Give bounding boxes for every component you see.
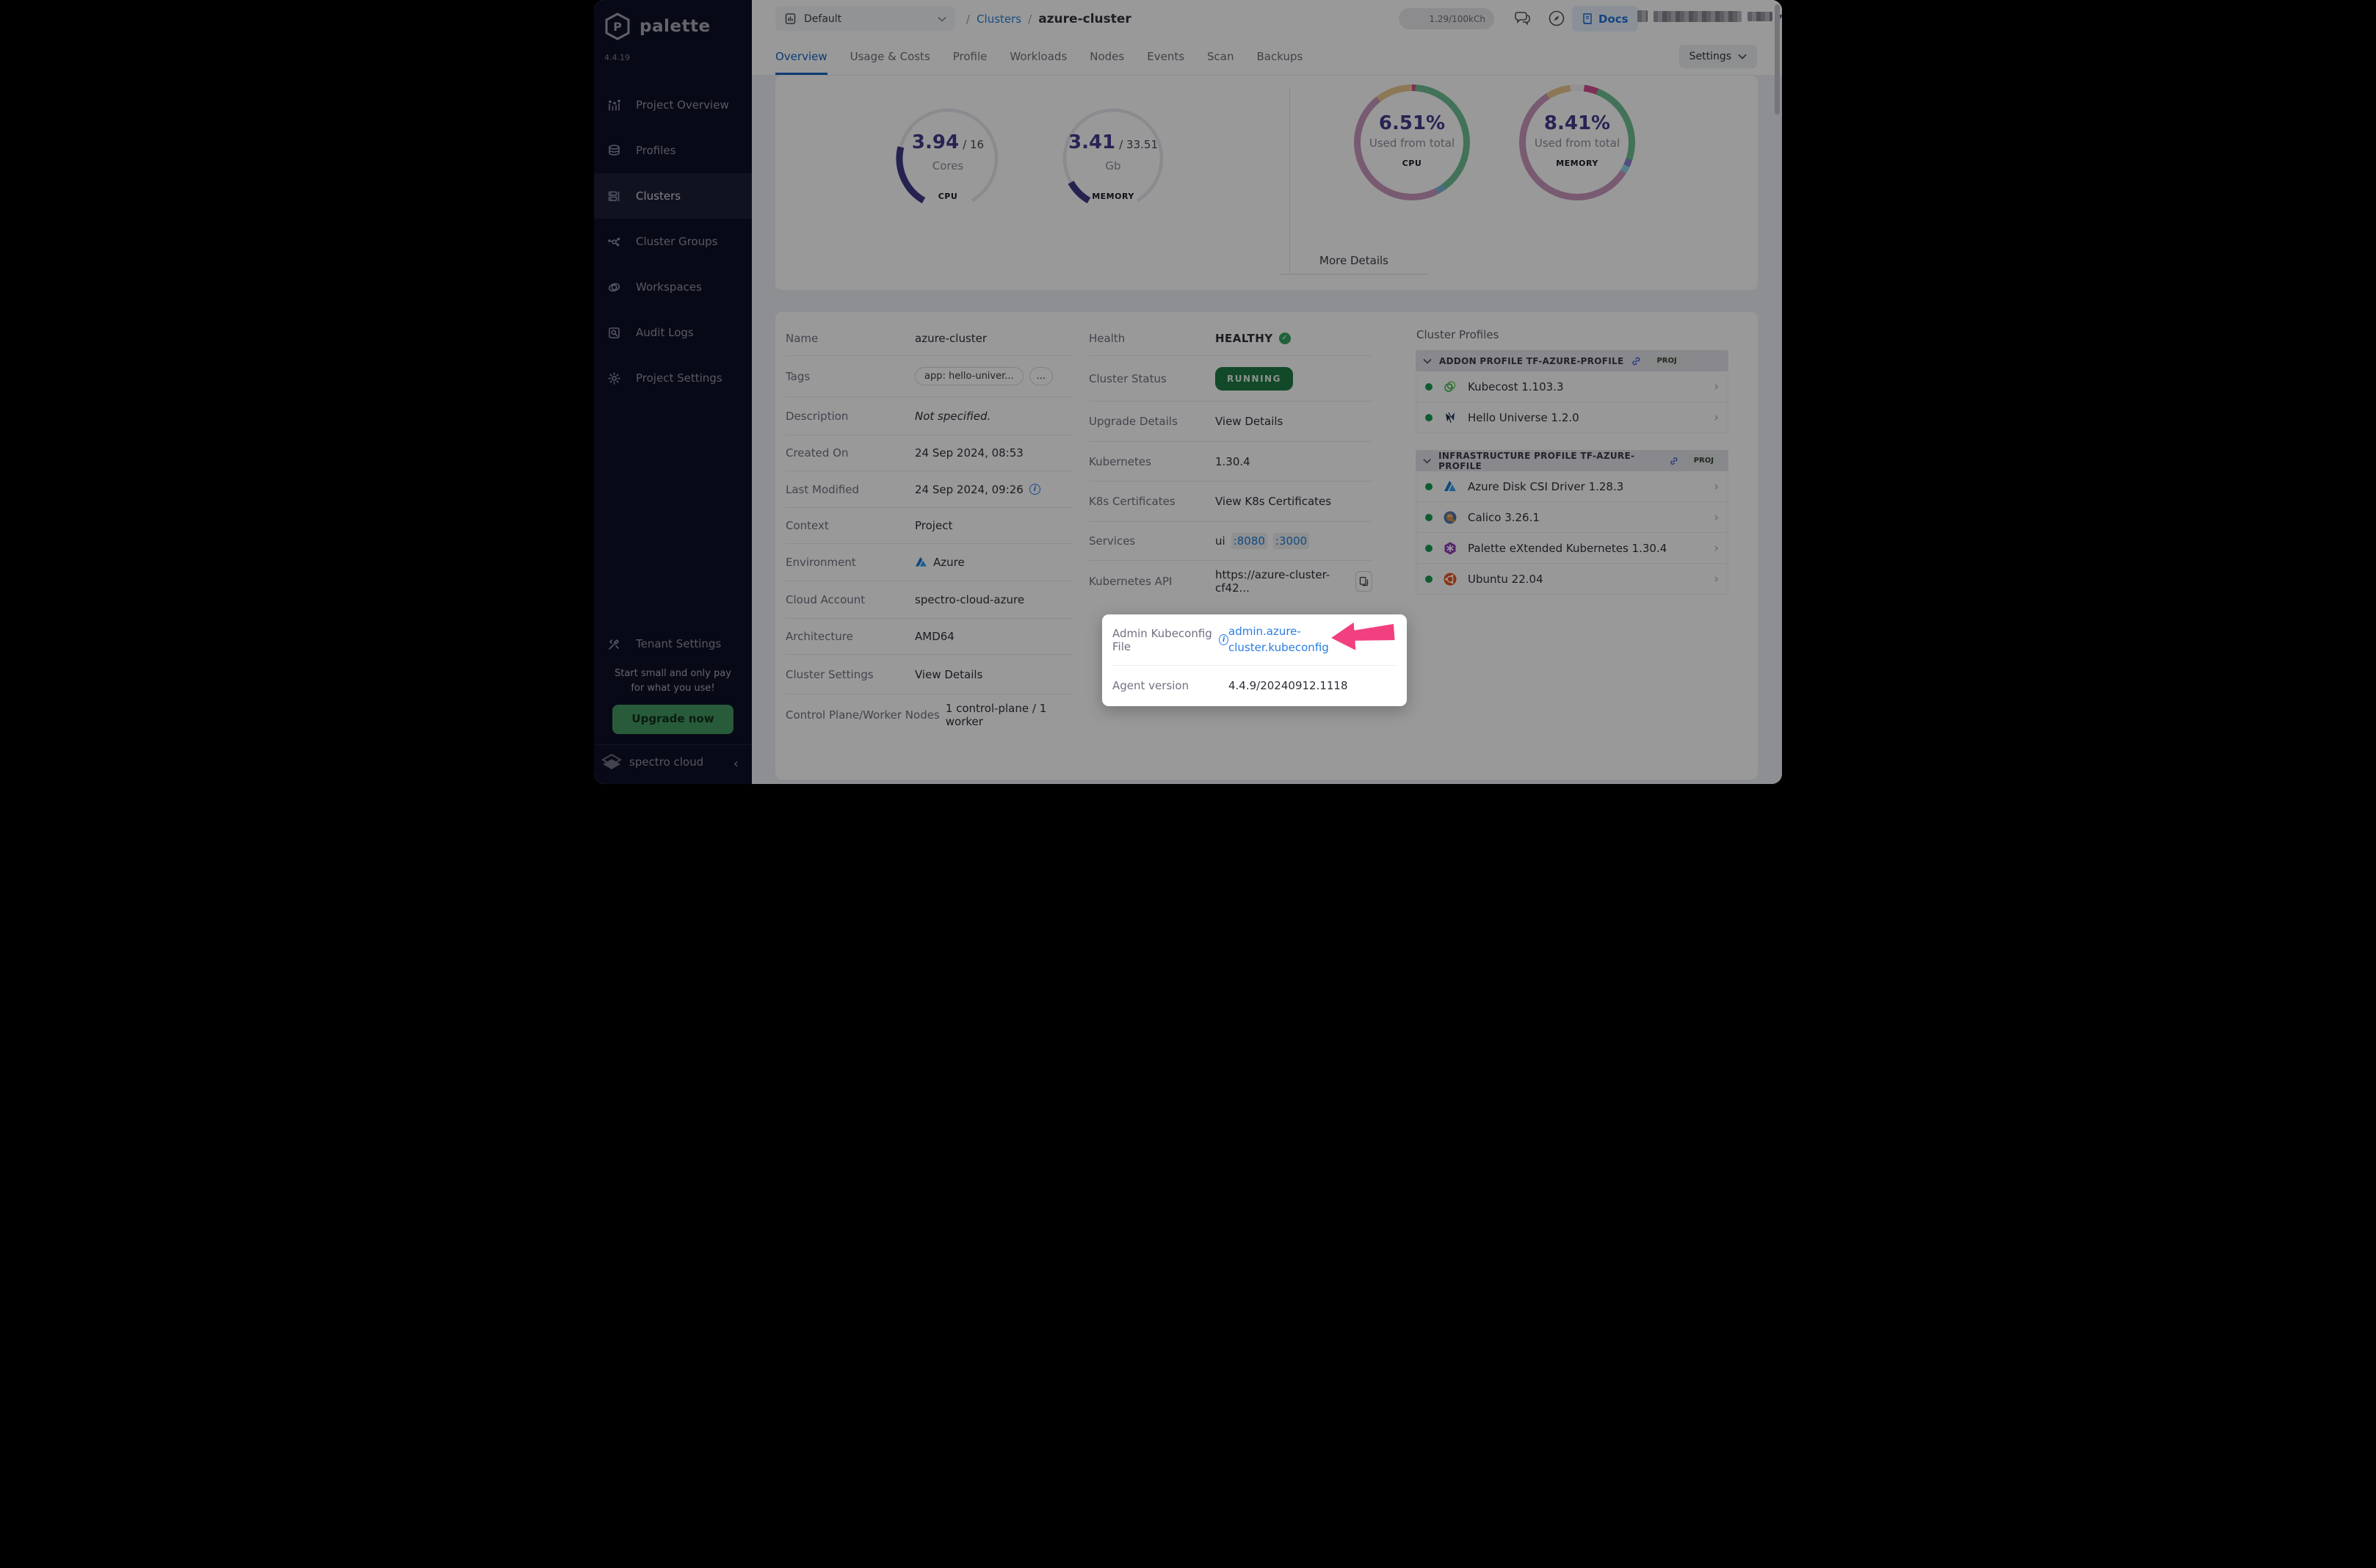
row-label: Agent version bbox=[1112, 678, 1189, 692]
app-window: P palette 4.4.19 Project Overview Profil… bbox=[594, 0, 1782, 784]
info-icon[interactable]: i bbox=[1219, 634, 1228, 645]
annotation-arrow bbox=[1331, 622, 1395, 650]
admin-kubeconfig-link[interactable]: admin.azure-cluster.kubeconfig bbox=[1228, 624, 1346, 656]
popup-row-agent: Agent version 4.4.9/20240912.1118 bbox=[1112, 666, 1397, 705]
agent-version-value: 4.4.9/20240912.1118 bbox=[1228, 678, 1348, 692]
row-label: Admin Kubeconfig File bbox=[1112, 626, 1212, 653]
